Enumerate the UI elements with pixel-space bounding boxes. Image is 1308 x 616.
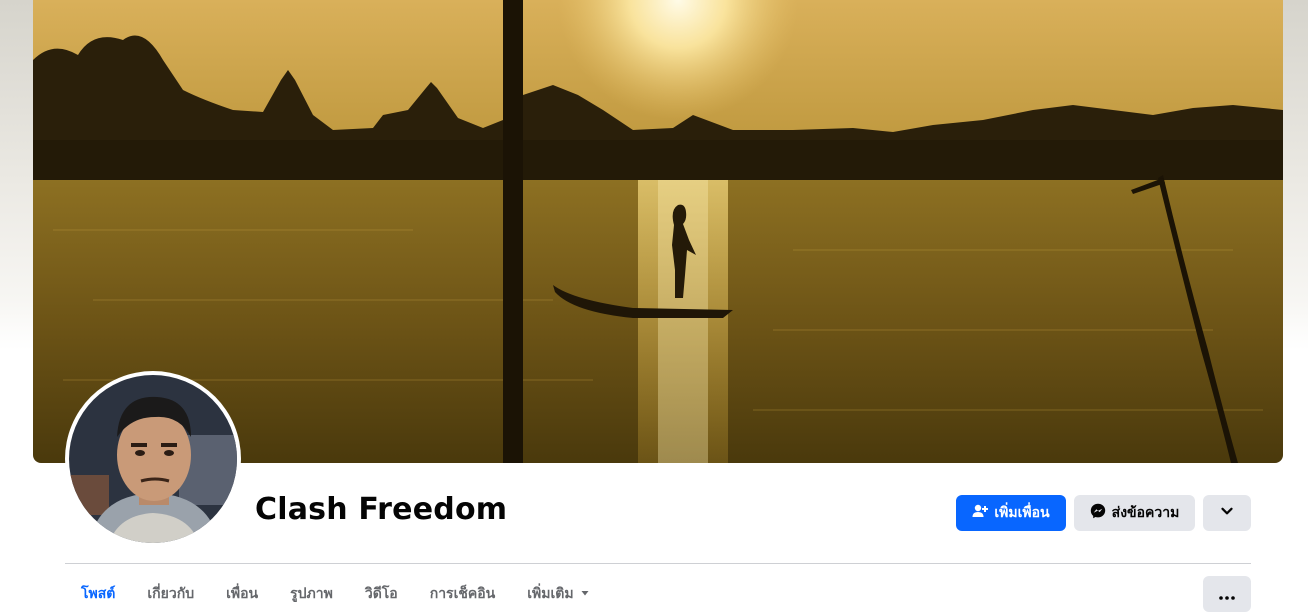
tab-friends[interactable]: เพื่อน [210,576,274,612]
person-add-icon [972,503,989,523]
tab-photos-label: รูปภาพ [290,586,333,602]
profile-options-button[interactable] [1203,495,1251,531]
tab-posts-label: โพสต์ [81,586,116,602]
tab-videos[interactable]: วิดีโอ [349,576,414,612]
cover-photo[interactable] [33,0,1283,463]
ellipsis-icon [1219,585,1235,604]
tab-videos-label: วิดีโอ [364,586,398,602]
tab-friends-label: เพื่อน [226,586,259,602]
caret-down-icon [580,586,590,602]
profile-tabs: โพสต์ เกี่ยวกับ เพื่อน รูปภาพ วิดีโอ การ… [65,576,606,612]
tab-check-ins-label: การเช็คอิน [429,586,496,602]
avatar-photo [69,375,237,543]
tab-more[interactable]: เพิ่มเติม [511,576,605,612]
profile-avatar[interactable] [65,371,241,547]
tab-posts[interactable]: โพสต์ [65,576,131,612]
chevron-down-icon [1220,504,1234,522]
add-friend-button[interactable]: เพิ่มเพื่อน [956,495,1066,531]
message-button[interactable]: ส่งข้อความ [1074,495,1195,531]
profile-name: Clash Freedom [255,492,508,527]
tab-about[interactable]: เกี่ยวกับ [131,576,210,612]
tab-photos[interactable]: รูปภาพ [274,576,349,612]
tab-check-ins[interactable]: การเช็คอิน [414,576,512,612]
header-divider [65,563,1251,564]
messenger-icon [1090,503,1106,523]
cover-photo-image [33,0,1283,463]
tab-about-label: เกี่ยวกับ [147,586,195,602]
tab-more-label: เพิ่มเติม [527,586,574,602]
message-label: ส่งข้อความ [1111,505,1180,521]
tabs-overflow-button[interactable] [1203,576,1251,612]
add-friend-label: เพิ่มเพื่อน [994,505,1050,521]
